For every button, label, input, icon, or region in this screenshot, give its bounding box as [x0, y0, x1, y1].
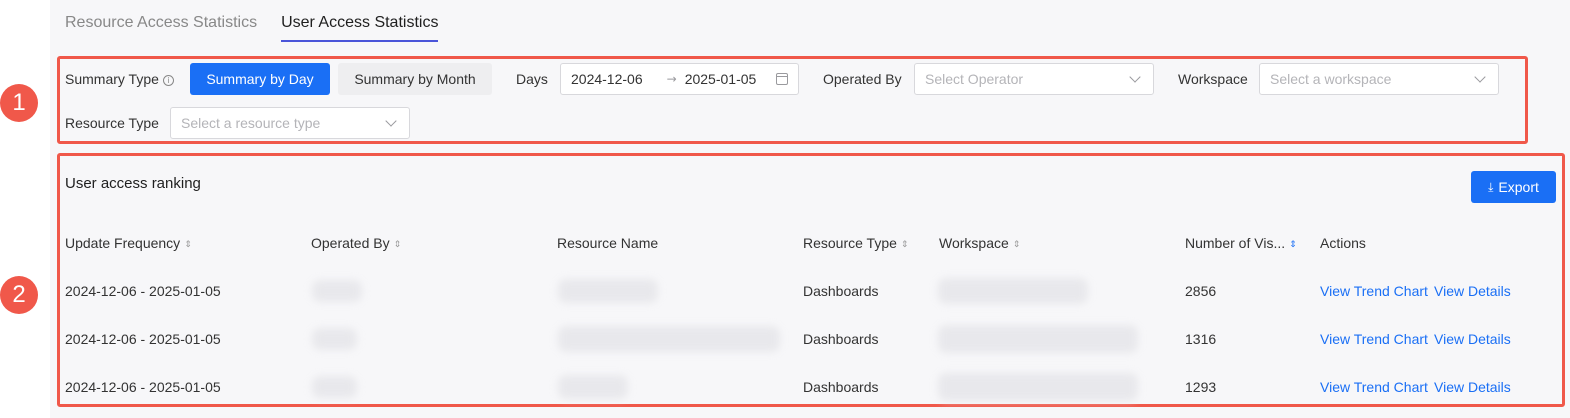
tab-user-access-statistics[interactable]: User Access Statistics: [281, 0, 439, 42]
annotation-box-ranking: [57, 153, 1565, 407]
header-number-of-visits[interactable]: Number of Vis... ⇕: [1185, 235, 1297, 251]
chevron-down-icon: [1474, 71, 1486, 83]
sort-icon[interactable]: ⇕: [1013, 240, 1021, 250]
view-trend-chart-link[interactable]: View Trend Chart: [1320, 379, 1428, 395]
date-end: 2025-01-05: [684, 71, 757, 87]
view-details-link[interactable]: View Details: [1434, 331, 1511, 347]
redacted-operator: [312, 376, 357, 398]
resource-type-select[interactable]: Select a resource type: [170, 107, 410, 139]
sort-descending-icon[interactable]: ⇕: [1289, 240, 1297, 250]
operated-by-label: Operated By: [823, 71, 902, 87]
date-range-picker[interactable]: 2024-12-06 → 2025-01-05: [560, 63, 799, 95]
redacted-resource-name: [558, 375, 628, 399]
summary-by-month-button[interactable]: Summary by Month: [338, 63, 492, 95]
cell-resource-type: Dashboards: [803, 283, 879, 299]
view-trend-chart-link[interactable]: View Trend Chart: [1320, 283, 1428, 299]
cell-visits: 1293: [1185, 379, 1217, 395]
redacted-operator: [312, 280, 362, 302]
arrow-right-icon: →: [666, 72, 677, 86]
cell-update-frequency: 2024-12-06 - 2025-01-05: [65, 331, 221, 347]
date-start: 2024-12-06: [571, 71, 643, 87]
redacted-resource-name: [558, 326, 780, 352]
header-workspace[interactable]: Workspace ⇕: [939, 235, 1020, 251]
tab-resource-access-statistics[interactable]: Resource Access Statistics: [65, 0, 257, 42]
redacted-workspace: [938, 278, 1088, 304]
resource-type-placeholder: Select a resource type: [181, 115, 321, 131]
workspace-placeholder: Select a workspace: [1270, 71, 1392, 87]
operator-select[interactable]: Select Operator: [914, 63, 1154, 95]
info-icon: i: [162, 75, 174, 86]
header-resource-name: Resource Name: [557, 235, 659, 251]
chevron-down-icon: [1129, 71, 1141, 83]
annotation-badge-2: 2: [0, 276, 38, 314]
workspace-select[interactable]: Select a workspace: [1259, 63, 1499, 95]
header-update-frequency[interactable]: Update Frequency ⇕: [65, 235, 192, 251]
operator-placeholder: Select Operator: [925, 71, 1024, 87]
header-resource-type[interactable]: Resource Type ⇕: [803, 235, 908, 251]
days-label: Days: [516, 71, 548, 87]
resource-type-label: Resource Type: [65, 115, 159, 131]
annotation-badge-1: 1: [0, 84, 38, 122]
summary-by-day-button[interactable]: Summary by Day: [190, 63, 330, 95]
header-actions: Actions: [1320, 235, 1366, 251]
calendar-icon: [776, 73, 788, 85]
cell-update-frequency: 2024-12-06 - 2025-01-05: [65, 283, 221, 299]
summary-type-label: Summary Type i: [65, 69, 174, 89]
workspace-label: Workspace: [1178, 71, 1248, 87]
download-icon: ⤓: [1488, 179, 1494, 194]
cell-visits: 2856: [1185, 283, 1217, 299]
section-title: User access ranking: [65, 175, 201, 192]
header-operated-by[interactable]: Operated By ⇕: [311, 235, 401, 251]
cell-update-frequency: 2024-12-06 - 2025-01-05: [65, 379, 221, 395]
view-details-link[interactable]: View Details: [1434, 283, 1511, 299]
redacted-resource-name: [558, 279, 658, 303]
redacted-workspace: [938, 373, 1138, 401]
sort-icon[interactable]: ⇕: [901, 240, 909, 250]
redacted-workspace: [938, 325, 1138, 353]
cell-resource-type: Dashboards: [803, 379, 879, 395]
export-label: Export: [1498, 179, 1539, 195]
cell-visits: 1316: [1185, 331, 1217, 347]
export-button[interactable]: ⤓ Export: [1471, 171, 1556, 203]
tab-bar: Resource Access Statistics User Access S…: [65, 0, 462, 44]
view-details-link[interactable]: View Details: [1434, 379, 1511, 395]
chevron-down-icon: [385, 115, 397, 127]
redacted-operator: [312, 328, 357, 350]
view-trend-chart-link[interactable]: View Trend Chart: [1320, 331, 1428, 347]
sort-icon[interactable]: ⇕: [184, 240, 192, 250]
sort-icon[interactable]: ⇕: [394, 240, 402, 250]
cell-resource-type: Dashboards: [803, 331, 879, 347]
